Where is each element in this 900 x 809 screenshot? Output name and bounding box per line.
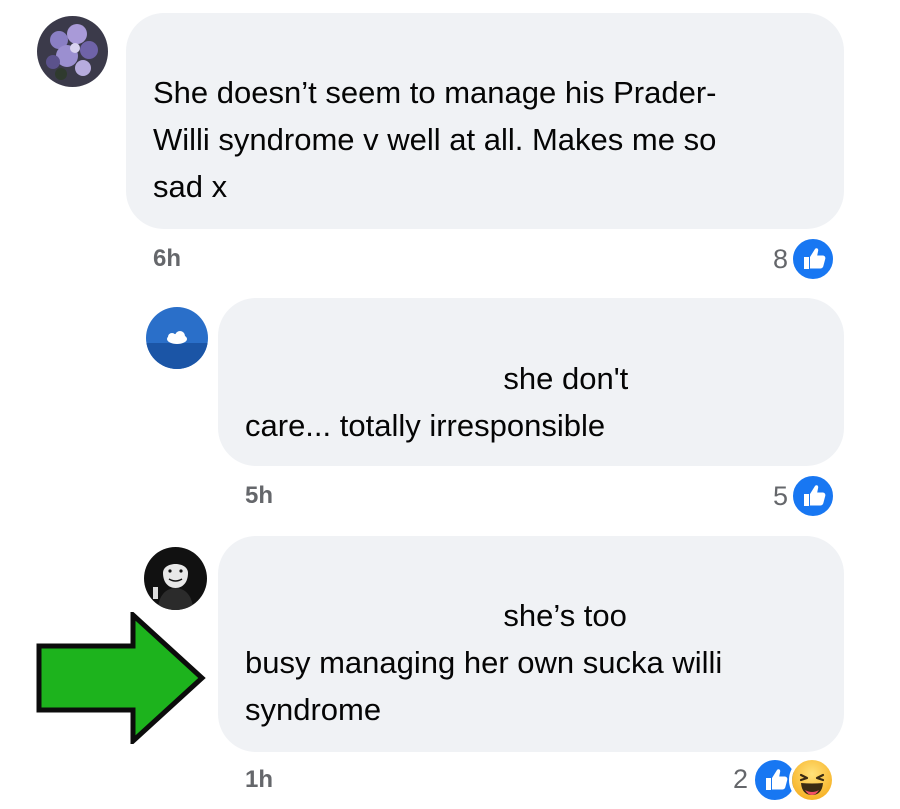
comment-time-3[interactable]: 1h (245, 766, 273, 794)
avatar-flowers[interactable] (37, 16, 108, 87)
comment-text-3: she’s too busy managing her own sucka wi… (245, 598, 723, 727)
like-icon[interactable] (790, 473, 836, 519)
avatar-anonymous-mask[interactable] (144, 547, 207, 610)
avatar-cloud[interactable] (146, 307, 208, 369)
like-icon[interactable] (790, 236, 836, 282)
reaction-count-3[interactable]: 2 (733, 764, 748, 795)
reaction-count-2[interactable]: 5 (773, 481, 788, 512)
reaction-count-1[interactable]: 8 (773, 244, 788, 275)
haha-icon[interactable] (789, 757, 835, 803)
comment-text-2: she don't care... totally irresponsible (245, 361, 629, 443)
comment-time-1[interactable]: 6h (153, 245, 181, 273)
comment-text-1: She doesn’t seem to manage his Prader- W… (153, 75, 717, 204)
green-arrow-annotation (36, 612, 206, 744)
comment-time-2[interactable]: 5h (245, 482, 273, 510)
